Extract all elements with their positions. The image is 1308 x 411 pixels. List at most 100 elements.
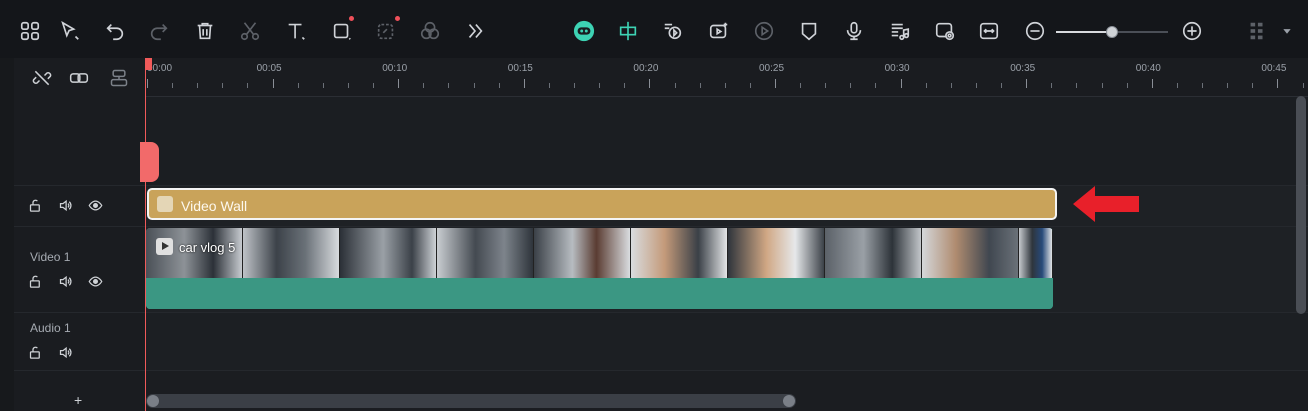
zoom-out-icon[interactable] (1021, 17, 1049, 45)
microphone-icon[interactable] (840, 17, 868, 45)
ruler-tick (398, 79, 400, 88)
ruler-tick (1026, 79, 1028, 88)
delete-icon[interactable] (191, 17, 219, 45)
ruler-tick (448, 83, 450, 88)
ai-audio-icon[interactable] (659, 17, 687, 45)
playhead-line[interactable] (145, 58, 146, 411)
text-icon[interactable] (282, 17, 310, 45)
ai-mask-icon[interactable] (372, 17, 400, 45)
audio-list-icon[interactable] (886, 17, 914, 45)
ruler-time-label: 00:20 (633, 63, 659, 74)
zoom-slider-knob[interactable] (1106, 26, 1118, 38)
select-pointer-icon[interactable] (56, 17, 84, 45)
ruler-tick (875, 83, 877, 88)
group-icon[interactable] (108, 68, 130, 88)
playhead-handle[interactable] (140, 142, 159, 182)
volume-icon[interactable] (57, 344, 73, 360)
cut-icon[interactable] (236, 17, 264, 45)
add-track-button[interactable]: + (74, 392, 82, 408)
ruler-tick (699, 83, 701, 88)
ai-video-icon[interactable] (705, 17, 733, 45)
crop-icon[interactable] (328, 17, 356, 45)
track-divider (14, 370, 1308, 371)
redo-icon[interactable] (145, 17, 173, 45)
ruler-tick (775, 79, 776, 88)
marker-icon[interactable] (795, 17, 823, 45)
lock-icon[interactable] (27, 197, 43, 213)
effect-track-header (14, 185, 145, 226)
render-preview-icon[interactable] (750, 17, 778, 45)
panel-edge (0, 58, 14, 411)
horizontal-scrollbar[interactable] (146, 394, 796, 408)
ruler-tick (1001, 83, 1003, 88)
color-icon[interactable] (416, 17, 444, 45)
ruler-time-label: 00:30 (884, 63, 910, 74)
ruler-tick (473, 83, 475, 88)
track-name: Video 1 (30, 250, 71, 264)
clip-label: Video Wall (181, 198, 248, 214)
zoom-slider[interactable] (1056, 26, 1168, 38)
timeline-ruler[interactable]: 00:00 00:05 00:10 00:15 00:20 00:25 00:30 00:35… (145, 58, 1308, 97)
undo-icon[interactable] (101, 17, 129, 45)
eye-icon[interactable] (87, 197, 103, 213)
video1-track-header: Video 1 (14, 226, 145, 312)
volume-icon[interactable] (57, 197, 73, 213)
fit-icon[interactable] (975, 17, 1003, 45)
ruler-tick (1277, 79, 1279, 88)
ruler-tick (423, 83, 425, 88)
thumbnail (340, 228, 437, 278)
ruler-tick (1252, 83, 1254, 88)
ruler-tick (649, 79, 651, 88)
zoom-in-icon[interactable] (1178, 17, 1206, 45)
ruler-tick (1101, 83, 1103, 88)
timeline-toolbar (0, 0, 1308, 59)
vertical-scrollbar[interactable] (1296, 96, 1306, 314)
thumbnail (922, 228, 1019, 278)
ruler-tick (900, 79, 902, 88)
ruler-tick (800, 83, 802, 88)
ruler-tick (950, 83, 952, 88)
ruler-tick (222, 83, 224, 88)
ruler-tick (1126, 83, 1128, 88)
ruler-time-label: 00:25 (759, 63, 785, 74)
audio1-track-header: Audio 1 (14, 312, 145, 370)
panel-layout-icon[interactable] (1243, 17, 1271, 45)
lock-icon[interactable] (27, 273, 43, 289)
clip-label: car vlog 5 (179, 240, 236, 255)
thumbnail (437, 228, 534, 278)
dropdown-icon[interactable] (1273, 17, 1301, 45)
ruler-tick (498, 83, 500, 88)
ruler-tick (749, 83, 751, 88)
ruler-tick (297, 83, 299, 88)
empty-track-area (145, 97, 1308, 185)
ruler-tick (1302, 83, 1304, 88)
video-wall-effect-clip[interactable]: Video Wall (147, 188, 1057, 220)
thumbnail (631, 228, 728, 278)
volume-icon[interactable] (57, 273, 73, 289)
more-icon[interactable] (461, 17, 489, 45)
ruler-time-label: 00:40 (1135, 63, 1161, 74)
scroll-left-handle[interactable] (147, 395, 159, 407)
split-icon[interactable] (614, 17, 642, 45)
scroll-right-handle[interactable] (783, 395, 795, 407)
link-icon[interactable] (68, 68, 90, 88)
ruler-tick (197, 83, 199, 88)
lock-icon[interactable] (27, 344, 43, 360)
ai-copilot-icon[interactable] (570, 17, 598, 45)
ruler-tick (373, 83, 375, 88)
layout-grid-icon[interactable] (16, 17, 44, 45)
audio1-track-lane (145, 312, 1308, 370)
ruler-tick (548, 83, 550, 88)
ruler-time-label: 00:45 (1261, 63, 1287, 74)
snapshot-icon[interactable] (931, 17, 959, 45)
ruler-time-label: 00:05 (256, 63, 282, 74)
playhead-marker[interactable] (145, 58, 152, 70)
car-vlog-video-clip[interactable]: car vlog 5 (146, 228, 1053, 309)
eye-icon[interactable] (87, 273, 103, 289)
ruler-tick (322, 83, 324, 88)
ruler-tick (523, 79, 525, 88)
ruler-time-label: 00:35 (1010, 63, 1036, 74)
track-name: Audio 1 (30, 321, 71, 335)
video-clip-icon (156, 238, 173, 255)
unlink-icon[interactable] (32, 68, 52, 88)
